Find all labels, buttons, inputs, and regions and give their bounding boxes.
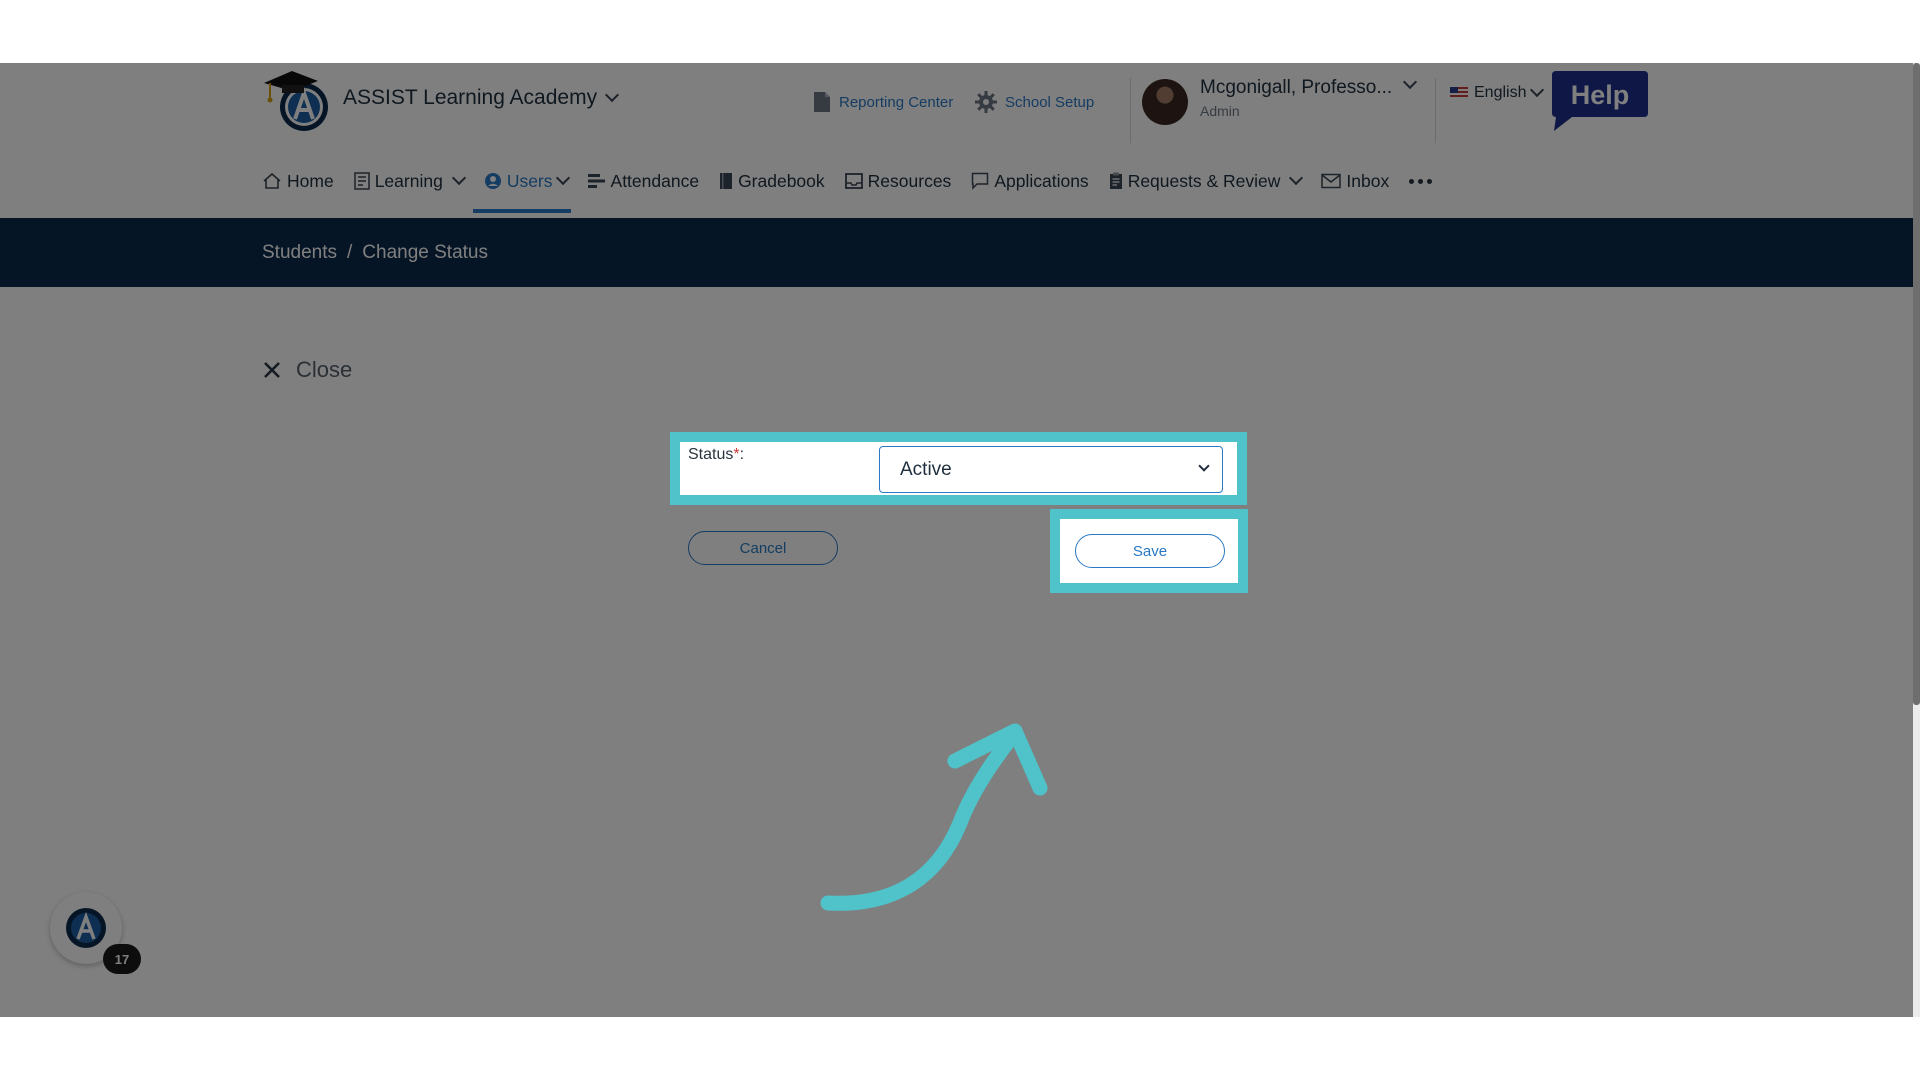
- school-setup-link[interactable]: School Setup: [975, 91, 1094, 113]
- change-status-panel: Close Status*: Active Cancel Save 17: [0, 287, 1913, 1017]
- tray-icon: [844, 173, 863, 189]
- nav-requests-review-label: Requests & Review: [1127, 170, 1281, 191]
- status-label-suffix: :: [739, 446, 745, 463]
- user-name[interactable]: Mcgonigall, Professo...: [1200, 77, 1392, 99]
- avatar[interactable]: [1142, 79, 1188, 125]
- school-switcher[interactable]: ASSIST Learning Academy: [343, 86, 620, 110]
- user-menu-chevron-icon[interactable]: [1402, 74, 1418, 90]
- nav-attendance-label: Attendance: [610, 170, 700, 191]
- status-select-value: Active: [900, 458, 952, 480]
- user-circle-icon: [484, 173, 501, 189]
- nav-inbox[interactable]: Inbox: [1321, 161, 1389, 201]
- reporting-center-label: Reporting Center: [839, 93, 954, 111]
- nav-learning-label: Learning: [374, 170, 443, 191]
- notification-count-badge: 17: [103, 944, 141, 974]
- nav-requests-review[interactable]: Requests & Review: [1109, 161, 1304, 201]
- learning-icon: [353, 172, 370, 190]
- gear-icon: [975, 91, 997, 113]
- main-nav: Home Learning Users Attendance Gradebook: [262, 161, 1452, 213]
- cancel-button[interactable]: Cancel: [688, 531, 838, 565]
- status-label: Status*:: [688, 446, 744, 464]
- nav-home[interactable]: Home: [262, 161, 334, 201]
- scrollbar-thumb[interactable]: [1913, 63, 1920, 705]
- more-menu-icon[interactable]: [1409, 161, 1433, 201]
- nav-learning[interactable]: Learning: [353, 161, 466, 201]
- status-select[interactable]: Active: [879, 446, 1223, 493]
- academy-logo-icon: [66, 908, 106, 948]
- save-button[interactable]: Save: [1075, 534, 1225, 568]
- attendance-icon: [587, 174, 605, 188]
- chevron-down-icon: [1198, 460, 1210, 472]
- nav-users[interactable]: Users: [472, 161, 571, 213]
- close-label: Close: [296, 357, 353, 382]
- status-label-text: Status: [688, 446, 734, 463]
- save-button-area: Save: [1060, 519, 1238, 583]
- breadcrumb: Students / Change Status: [0, 218, 1913, 287]
- help-label: Help: [1571, 80, 1630, 110]
- user-role: Admin: [1200, 103, 1240, 119]
- document-icon: [814, 92, 830, 112]
- mail-icon: [1321, 173, 1342, 189]
- school-setup-label: School Setup: [1005, 93, 1095, 111]
- status-field-row: Status*: Active: [680, 442, 1237, 495]
- header-divider: [1435, 78, 1436, 143]
- nav-applications-label: Applications: [994, 170, 1089, 191]
- chevron-down-icon: [1530, 82, 1545, 98]
- academy-logo[interactable]: [262, 63, 332, 135]
- chevron-down-icon: [555, 170, 570, 186]
- breadcrumb-separator: /: [347, 241, 353, 263]
- nav-gradebook-label: Gradebook: [738, 170, 825, 191]
- nav-home-label: Home: [287, 170, 334, 191]
- close-icon: [264, 362, 280, 378]
- close-button[interactable]: Close: [262, 357, 352, 383]
- reporting-center-link[interactable]: Reporting Center: [813, 91, 953, 113]
- book-icon: [720, 173, 733, 189]
- app-window: ASSIST Learning Academy Reporting Center: [0, 63, 1913, 1017]
- nav-inbox-label: Inbox: [1346, 170, 1390, 191]
- help-button[interactable]: Help: [1550, 69, 1650, 133]
- us-flag-icon: [1450, 87, 1468, 99]
- chevron-down-icon: [1289, 170, 1304, 186]
- header-divider: [1130, 78, 1131, 143]
- nav-applications[interactable]: Applications: [971, 161, 1089, 201]
- nav-users-label: Users: [506, 170, 553, 191]
- top-header: ASSIST Learning Academy Reporting Center: [0, 63, 1913, 218]
- nav-attendance[interactable]: Attendance: [587, 161, 700, 201]
- school-name: ASSIST Learning Academy: [343, 86, 598, 109]
- nav-resources[interactable]: Resources: [844, 161, 952, 201]
- home-icon: [263, 172, 281, 189]
- language-label: English: [1474, 84, 1527, 101]
- breadcrumb-current: Change Status: [362, 241, 488, 263]
- chat-icon: [972, 172, 989, 190]
- breadcrumb-students[interactable]: Students: [262, 242, 337, 264]
- chevron-down-icon: [605, 87, 620, 103]
- language-selector[interactable]: English: [1450, 82, 1545, 102]
- nav-gradebook[interactable]: Gradebook: [719, 161, 825, 201]
- clipboard-icon: [1109, 172, 1122, 189]
- nav-resources-label: Resources: [867, 170, 952, 191]
- chevron-down-icon: [451, 170, 466, 186]
